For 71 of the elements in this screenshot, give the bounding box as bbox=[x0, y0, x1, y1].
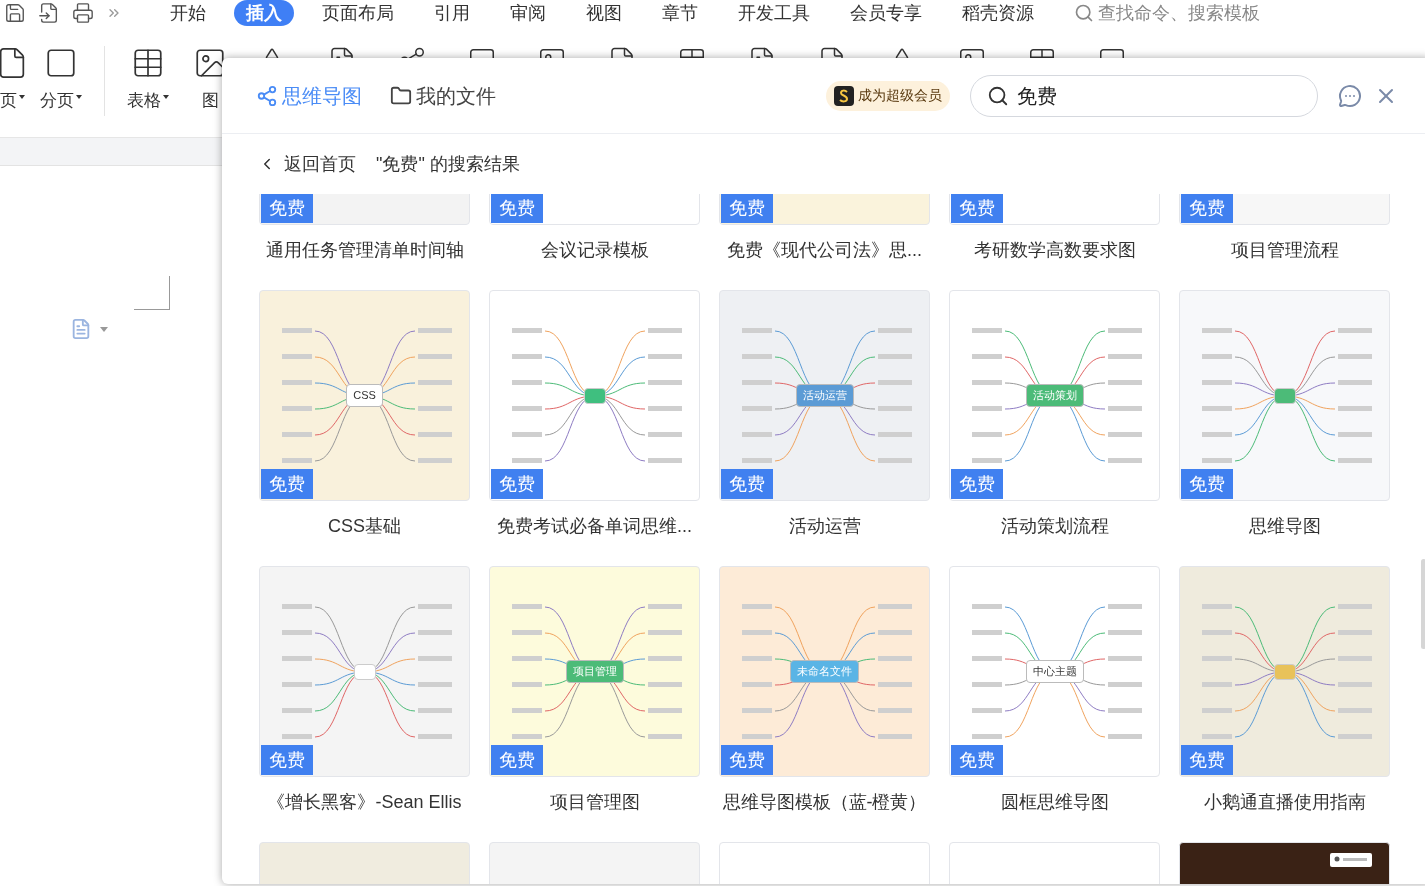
template-thumbnail[interactable]: 免费 bbox=[1179, 566, 1390, 777]
menu-tab[interactable]: 会员专享 bbox=[834, 0, 938, 26]
template-title[interactable]: 《增长黑客》-Sean Ellis bbox=[259, 789, 470, 816]
central-topic: 活动策划 bbox=[1025, 384, 1084, 407]
template-title[interactable]: 项目管理流程 bbox=[1179, 237, 1390, 264]
template-title[interactable]: 思维导图 bbox=[1179, 513, 1390, 540]
ribbon-button[interactable]: 表格 bbox=[117, 46, 179, 114]
dialog-tab[interactable]: 我的文件 bbox=[390, 80, 496, 111]
template-thumbnail[interactable]: 中心主题 免费 bbox=[949, 566, 1160, 777]
command-search[interactable]: 查找命令、搜索模板 bbox=[1074, 0, 1260, 27]
central-topic: CSS bbox=[346, 384, 383, 407]
free-badge: 免费 bbox=[721, 194, 773, 223]
free-badge: 免费 bbox=[951, 745, 1003, 775]
template-title[interactable]: 小鹅通直播使用指南 bbox=[1179, 789, 1390, 816]
menu-tab[interactable]: 稻壳资源 bbox=[946, 0, 1050, 26]
search-placeholder: 查找命令、搜索模板 bbox=[1098, 1, 1260, 25]
free-badge: 免费 bbox=[1181, 194, 1233, 223]
menu-tab[interactable]: 章节 bbox=[646, 0, 714, 26]
menu-tab[interactable]: 引用 bbox=[418, 0, 486, 26]
template-thumbnail[interactable]: 免费 bbox=[719, 194, 930, 225]
central-topic: 中心主题 bbox=[1025, 660, 1084, 683]
template-title[interactable]: 会议记录模板 bbox=[489, 237, 700, 264]
free-badge: 免费 bbox=[1181, 469, 1233, 499]
free-badge: 免费 bbox=[721, 469, 773, 499]
template-thumbnail[interactable]: 免费 bbox=[949, 194, 1160, 225]
vip-button[interactable]: 成为超级会员 bbox=[826, 80, 950, 111]
template-title[interactable]: 通用任务管理清单时间轴 bbox=[259, 237, 470, 264]
template-title[interactable]: 思维导图模板（蓝-橙黄） bbox=[719, 789, 930, 816]
menu-tab[interactable]: 视图 bbox=[570, 0, 638, 26]
ribbon-button[interactable]: 分页 bbox=[30, 46, 92, 114]
back-link[interactable]: 返回首页 bbox=[258, 150, 356, 178]
template-title[interactable]: 活动运营 bbox=[719, 513, 930, 540]
free-badge: 免费 bbox=[951, 469, 1003, 499]
template-title[interactable]: 免费《现代公司法》思... bbox=[719, 237, 930, 264]
free-badge: 免费 bbox=[261, 194, 313, 223]
free-badge: 免费 bbox=[261, 745, 313, 775]
template-thumbnail[interactable]: 活动策划 免费 bbox=[949, 290, 1160, 501]
template-thumbnail[interactable]: CSS 免费 bbox=[259, 290, 470, 501]
template-thumbnail[interactable]: 免费 bbox=[489, 290, 700, 501]
template-thumbnail[interactable]: 未命名文件 免费 bbox=[719, 566, 930, 777]
template-thumbnail[interactable]: 免费 bbox=[489, 194, 700, 225]
central-topic: 未命名文件 bbox=[790, 660, 859, 683]
free-badge: 免费 bbox=[491, 194, 543, 223]
free-badge: 免费 bbox=[951, 194, 1003, 223]
menu-tab[interactable]: 插入 bbox=[234, 0, 294, 26]
central-topic: 活动运营 bbox=[795, 384, 854, 407]
menu-tab[interactable]: 审阅 bbox=[494, 0, 562, 26]
ribbon-button[interactable]: 页 bbox=[0, 46, 30, 114]
free-badge: 免费 bbox=[491, 469, 543, 499]
central-topic: 项目管理 bbox=[565, 660, 624, 683]
template-thumbnail[interactable]: 免费 bbox=[1179, 194, 1390, 225]
template-thumbnail[interactable]: 免费 bbox=[1179, 290, 1390, 501]
results-heading: "免费" 的搜索结果 bbox=[376, 152, 520, 176]
template-title[interactable]: CSS基础 bbox=[259, 513, 470, 540]
template-thumbnail[interactable]: 项目管理 免费 bbox=[489, 566, 700, 777]
menu-tab[interactable]: 页面布局 bbox=[306, 0, 410, 26]
template-thumbnail[interactable]: 免费 bbox=[259, 194, 470, 225]
template-title[interactable]: 考研数学高数要求图 bbox=[949, 237, 1160, 264]
free-badge: 免费 bbox=[491, 745, 543, 775]
free-badge: 免费 bbox=[1181, 745, 1233, 775]
menu-tab[interactable]: 开始 bbox=[154, 0, 222, 26]
template-title[interactable]: 圆框思维导图 bbox=[949, 789, 1160, 816]
template-title[interactable]: 活动策划流程 bbox=[949, 513, 1160, 540]
template-thumbnail[interactable]: 免费 bbox=[259, 566, 470, 777]
template-title[interactable]: 免费考试必备单词思维... bbox=[489, 513, 700, 540]
template-thumbnail[interactable]: 活动运营 免费 bbox=[719, 290, 930, 501]
ribbon-button[interactable]: 图 bbox=[179, 46, 241, 114]
free-badge: 免费 bbox=[721, 745, 773, 775]
free-badge: 免费 bbox=[261, 469, 313, 499]
menu-tab[interactable]: 开发工具 bbox=[722, 0, 826, 26]
template-title[interactable]: 项目管理图 bbox=[489, 789, 700, 816]
